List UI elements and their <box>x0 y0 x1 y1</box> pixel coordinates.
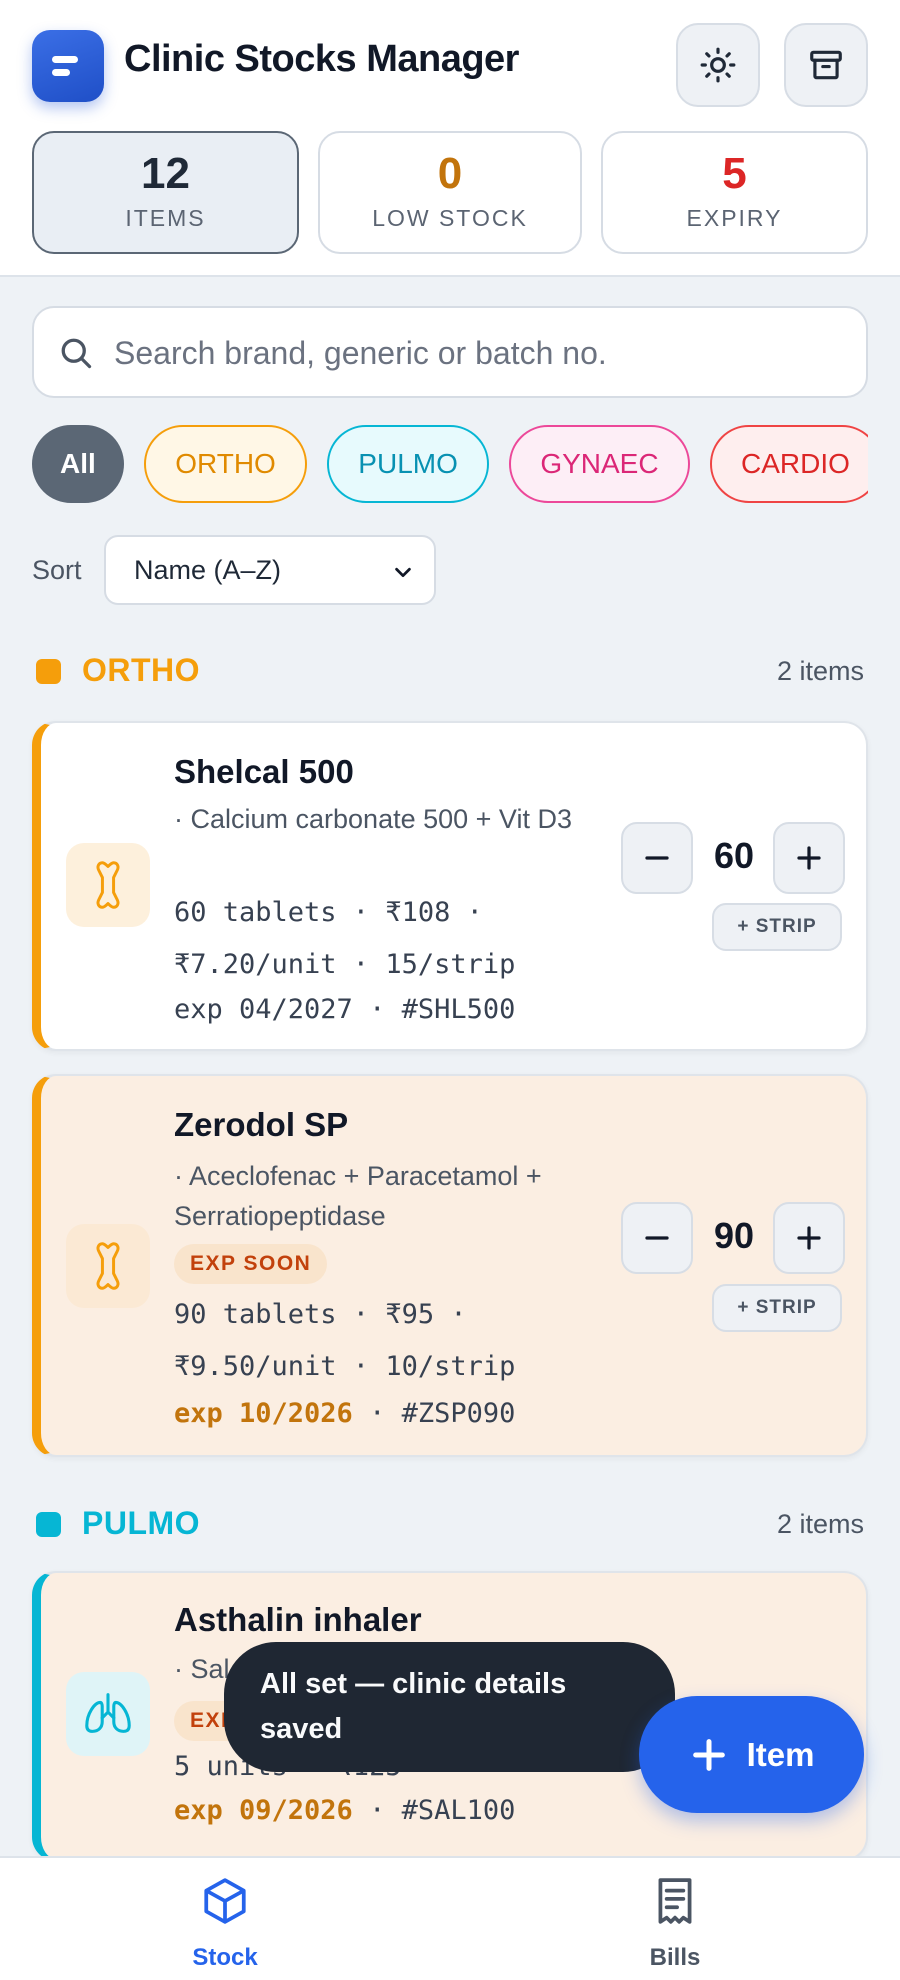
app-logo-icon <box>32 30 104 102</box>
bone-icon <box>66 843 150 927</box>
nav-item-bills[interactable]: Bills <box>450 1858 900 1980</box>
item-pack-price: 90 tablets · ₹95 · <box>174 1299 467 1330</box>
item-unit-price: ₹9.50/unit · 10/strip <box>174 1351 516 1382</box>
stock-item-card[interactable]: Zerodol SP · Aceclofenac + Paracetamol +… <box>32 1074 868 1457</box>
stat-low-stock-value: 0 <box>437 149 463 198</box>
item-expiry-batch: exp 10/2026 · #ZSP090 <box>174 1398 515 1429</box>
box-icon <box>204 1878 246 1924</box>
app-header: Clinic Stocks Manager 12 ITEMS 0 LOW STO… <box>0 0 900 277</box>
plus-icon <box>692 1738 725 1771</box>
section-title: PULMO <box>82 1505 201 1541</box>
toast-notification: All set — clinic details saved <box>224 1642 675 1772</box>
item-quantity: 60 <box>713 835 755 876</box>
item-expiry-batch: exp 09/2026 · #SAL100 <box>174 1795 515 1826</box>
expiry-soon-badge: EXP SOON <box>174 1244 328 1284</box>
section-count: 2 items <box>776 1509 864 1539</box>
filter-chip-pulmo[interactable]: PULMO <box>327 425 489 503</box>
plus-icon <box>797 846 821 870</box>
item-batch: · #ZSP090 <box>352 1398 516 1429</box>
stock-item-card[interactable]: Shelcal 500 · Calcium carbonate 500 + Vi… <box>32 721 868 1051</box>
item-quantity: 90 <box>713 1215 755 1256</box>
minus-icon <box>645 1236 669 1240</box>
item-batch: · #SAL100 <box>352 1795 516 1826</box>
bottom-navigation: Stock Bills <box>0 1856 900 1980</box>
chevron-down-icon <box>395 567 411 578</box>
item-generic-name: · Calcium carbonate 500 + Vit D3 <box>174 804 572 834</box>
item-brand-name: Asthalin inhaler <box>174 1601 422 1638</box>
filter-chip-gynaec[interactable]: GYNAEC <box>509 425 690 503</box>
search-icon <box>61 338 92 369</box>
receipt-icon <box>658 1878 692 1924</box>
item-brand-name: Zerodol SP <box>174 1106 349 1143</box>
filter-chip-all[interactable]: All <box>32 425 124 503</box>
section-color-marker <box>36 659 61 684</box>
theme-toggle-button[interactable] <box>676 23 760 107</box>
increase-qty-button[interactable] <box>773 1202 845 1274</box>
item-expiry: exp 04/2027 <box>174 994 353 1025</box>
decrease-qty-button[interactable] <box>621 1202 693 1274</box>
sort-selected-value: Name (A–Z) <box>134 555 282 585</box>
section-color-marker <box>36 1512 61 1537</box>
item-unit-price: ₹7.20/unit · 15/strip <box>174 949 516 980</box>
filter-chip-cardio[interactable]: CARDIO <box>710 425 868 503</box>
item-expiry: exp 10/2026 <box>174 1398 353 1429</box>
section-title: ORTHO <box>82 652 201 688</box>
plus-icon <box>797 1226 821 1250</box>
item-pack-price: 60 tablets · ₹108 · <box>174 897 483 928</box>
stat-low-stock-card[interactable]: 0 LOW STOCK <box>318 131 582 254</box>
stat-low-stock-label: LOW STOCK <box>372 205 528 231</box>
archive-button[interactable] <box>784 23 868 107</box>
search-box <box>32 306 868 398</box>
nav-item-stock[interactable]: Stock <box>0 1858 450 1980</box>
item-batch: · #SHL500 <box>352 994 516 1025</box>
stat-expiry-value: 5 <box>722 149 747 198</box>
item-generic-name: · Aceclofenac + Paracetamol + Serratiope… <box>174 1161 542 1231</box>
stat-expiry-label: EXPIRY <box>686 205 783 231</box>
add-strip-button[interactable]: + STRIP <box>712 1284 842 1332</box>
category-filter-bar: All ORTHO PULMO GYNAEC CARDIO <box>32 425 868 505</box>
item-expiry-batch: exp 04/2027 · #SHL500 <box>174 994 515 1025</box>
item-brand-name: Shelcal 500 <box>174 753 354 790</box>
stat-expiry-card[interactable]: 5 EXPIRY <box>601 131 868 254</box>
search-input[interactable] <box>114 326 834 380</box>
filter-chip-ortho[interactable]: ORTHO <box>144 425 307 503</box>
stat-items-value: 12 <box>141 149 190 198</box>
stat-items-label: ITEMS <box>125 205 206 231</box>
decrease-qty-button[interactable] <box>621 822 693 894</box>
lungs-icon <box>66 1672 150 1756</box>
section-header-ortho: ORTHO 2 items <box>32 650 868 694</box>
increase-qty-button[interactable] <box>773 822 845 894</box>
add-strip-button[interactable]: + STRIP <box>712 903 842 951</box>
sort-label: Sort <box>32 555 82 585</box>
nav-label: Bills <box>649 1944 701 1971</box>
section-count: 2 items <box>776 656 864 686</box>
archive-icon <box>810 50 842 80</box>
nav-label: Stock <box>192 1944 258 1971</box>
sort-select[interactable]: Name (A–Z) <box>104 535 436 605</box>
app-title: Clinic Stocks Manager <box>124 38 519 80</box>
add-item-label: Item <box>746 1735 815 1773</box>
minus-icon <box>645 856 669 860</box>
add-item-button[interactable]: Item <box>639 1696 864 1813</box>
stat-items-card[interactable]: 12 ITEMS <box>32 131 299 254</box>
section-header-pulmo: PULMO 2 items <box>32 1503 868 1547</box>
bone-icon <box>66 1224 150 1308</box>
sun-icon <box>700 47 736 83</box>
item-expiry: exp 09/2026 <box>174 1795 353 1826</box>
